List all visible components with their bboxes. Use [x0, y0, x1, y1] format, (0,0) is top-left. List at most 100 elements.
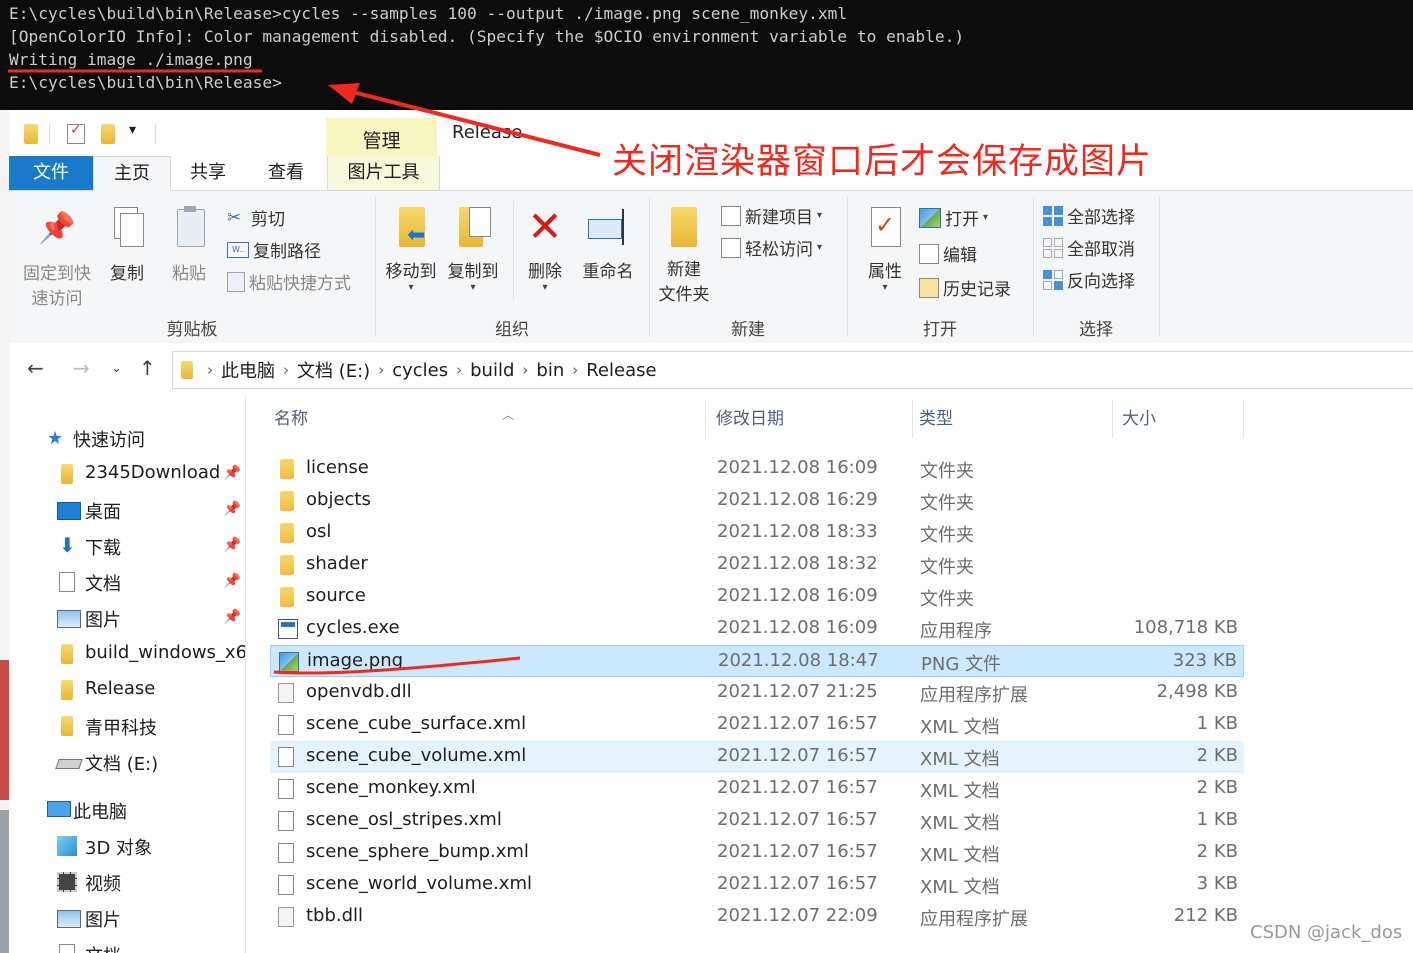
table-row[interactable]: source 2021.12.08 16:09 文件夹	[270, 581, 1244, 613]
pin-icon[interactable]: 📌	[224, 573, 241, 589]
file-name: scene_world_volume.xml	[306, 873, 532, 894]
pin-icon[interactable]: 📌	[224, 537, 241, 553]
table-row[interactable]: scene_cube_volume.xml 2021.12.07 16:57 XML…	[270, 741, 1244, 773]
new-item-button[interactable]: 新建项目 ▾	[721, 203, 822, 228]
invert-selection-icon	[1043, 269, 1063, 290]
context-tab-manage[interactable]: 管理	[326, 118, 437, 156]
toolbar-divider	[155, 124, 156, 144]
column-header-type[interactable]: 类型	[915, 400, 1113, 438]
nav-item-documents-pc[interactable]: 文档	[9, 937, 245, 953]
nav-item-videos[interactable]: 视频	[9, 865, 245, 899]
breadcrumb-release[interactable]: Release	[586, 360, 656, 381]
select-none-button[interactable]: 全部取消	[1043, 235, 1135, 260]
folder-icon	[280, 587, 294, 607]
nav-item-desktop[interactable]: 桌面 📌	[9, 493, 245, 527]
breadcrumb-this-pc[interactable]: 此电脑	[221, 357, 275, 383]
paste-shortcut-button[interactable]: 粘贴快捷方式	[227, 269, 351, 294]
move-to-button[interactable]: ⬅ 移动到 ▾	[381, 205, 441, 293]
table-row[interactable]: image.png 2021.12.08 18:47 PNG 文件 323 KB	[270, 645, 1244, 677]
file-type: 应用程序扩展	[920, 909, 1028, 930]
breadcrumb-bin[interactable]: bin	[536, 360, 564, 381]
copy-button[interactable]: 复制	[103, 205, 151, 284]
table-row[interactable]: openvdb.dll 2021.12.07 21:25 应用程序扩展 2,498 K…	[270, 677, 1244, 709]
table-row[interactable]: license 2021.12.08 16:09 文件夹	[270, 453, 1244, 485]
table-row[interactable]: scene_sphere_bump.xml 2021.12.07 16:57 XML…	[270, 837, 1244, 869]
invert-selection-button[interactable]: 反向选择	[1043, 267, 1135, 292]
customize-toolbar-chevron-icon[interactable]: ▾	[129, 122, 136, 138]
easy-access-button[interactable]: 轻松访问 ▾	[721, 235, 822, 260]
select-all-button[interactable]: 全部选择	[1043, 203, 1135, 228]
table-row[interactable]: scene_cube_surface.xml 2021.12.07 16:57 XM…	[270, 709, 1244, 741]
folder-icon[interactable]	[24, 124, 38, 144]
table-row[interactable]: osl 2021.12.08 18:33 文件夹	[270, 517, 1244, 549]
table-row[interactable]: scene_osl_stripes.xml 2021.12.07 16:57 XML…	[270, 805, 1244, 837]
edit-button[interactable]: 编辑	[919, 241, 977, 266]
breadcrumb-build[interactable]: build	[470, 360, 514, 381]
back-arrow-icon[interactable]: ←	[27, 356, 44, 380]
column-header-label: 名称	[274, 409, 308, 429]
file-name: scene_cube_surface.xml	[306, 713, 527, 734]
pictures-icon	[57, 910, 81, 928]
tab-view[interactable]: 查看	[247, 156, 325, 190]
pin-icon[interactable]: 📌	[224, 609, 241, 625]
computer-icon	[47, 801, 71, 817]
folder-icon	[181, 361, 193, 379]
nav-item-documents[interactable]: 文档 📌	[9, 565, 245, 599]
pin-icon[interactable]: 📌	[224, 501, 241, 517]
nav-item-2345download[interactable]: 2345Download 📌	[9, 457, 245, 491]
pin-to-quick-access-button[interactable]: 📌 固定到快 速访问	[15, 211, 99, 309]
nav-item-qingjia[interactable]: 青甲科技	[9, 709, 245, 743]
rename-button[interactable]: 重命名	[577, 205, 639, 282]
new-folder-button[interactable]: 新建 文件夹	[655, 205, 713, 305]
nav-item-3d-objects[interactable]: 3D 对象	[9, 829, 245, 863]
nav-quick-access[interactable]: ★ 快速访问	[9, 421, 245, 455]
paste-button[interactable]: 粘贴	[165, 205, 213, 284]
table-row[interactable]: objects 2021.12.08 16:29 文件夹	[270, 485, 1244, 517]
file-type: 应用程序	[920, 621, 992, 642]
copy-path-button[interactable]: W.. 复制路径	[227, 237, 321, 262]
open-label: 打开	[945, 210, 979, 230]
file-date: 2021.12.08 18:47	[718, 650, 879, 671]
breadcrumb-cycles[interactable]: cycles	[392, 360, 448, 381]
table-row[interactable]: scene_world_volume.xml 2021.12.07 16:57 XM…	[270, 869, 1244, 901]
tab-picture-tools[interactable]: 图片工具	[327, 156, 440, 190]
nav-item-pictures-pc[interactable]: 图片	[9, 901, 245, 935]
column-header-name[interactable]: 名称 ︿	[270, 400, 706, 438]
table-row[interactable]: cycles.exe 2021.12.08 16:09 应用程序 108,718 KB	[270, 613, 1244, 645]
copy-to-button[interactable]: 复制到 ▾	[443, 205, 503, 293]
nav-item-downloads[interactable]: ⬇ 下载 📌	[9, 529, 245, 563]
column-header-date[interactable]: 修改日期	[712, 400, 913, 438]
breadcrumb[interactable]: › 此电脑 › 文档 (E:) › cycles › build › bin ›…	[172, 351, 1413, 389]
tab-share[interactable]: 共享	[169, 156, 247, 190]
pin-icon[interactable]: 📌	[224, 465, 241, 481]
file-name: scene_osl_stripes.xml	[306, 809, 502, 830]
delete-button[interactable]: ✕ 删除 ▾	[519, 205, 571, 294]
file-type: XML 文档	[920, 717, 1000, 738]
properties-check-icon[interactable]: ✓	[67, 122, 85, 144]
new-folder-icon[interactable]	[101, 124, 115, 144]
background-strip-grey	[0, 810, 9, 953]
tab-file[interactable]: 文件	[9, 156, 93, 190]
nav-item-pictures[interactable]: 图片 📌	[9, 601, 245, 635]
forward-arrow-icon[interactable]: →	[73, 356, 90, 380]
file-size: 323 KB	[1172, 650, 1237, 671]
terminal-window[interactable]: E:\cycles\build\bin\Release>cycles --sam…	[0, 0, 1413, 110]
recent-locations-chevron-icon[interactable]: ⌄	[111, 361, 122, 376]
table-row[interactable]: scene_monkey.xml 2021.12.07 16:57 XML 文档 2 …	[270, 773, 1244, 805]
up-arrow-icon[interactable]: ↑	[139, 356, 156, 380]
tab-home[interactable]: 主页	[93, 156, 171, 192]
column-header-size[interactable]: 大小	[1118, 400, 1244, 438]
properties-button[interactable]: ✓ 属性 ▾	[857, 205, 913, 293]
open-button[interactable]: 打开 ▾	[919, 205, 988, 230]
breadcrumb-drive-e[interactable]: 文档 (E:)	[297, 357, 370, 383]
history-button[interactable]: 历史记录	[919, 275, 1011, 300]
navigation-pane[interactable]: ★ 快速访问 2345Download 📌 桌面 📌 ⬇ 下载 📌 文档 📌 图…	[9, 395, 246, 953]
nav-this-pc[interactable]: 此电脑	[9, 793, 245, 827]
nav-item-release[interactable]: Release	[9, 673, 245, 707]
table-row[interactable]: shader 2021.12.08 18:32 文件夹	[270, 549, 1244, 581]
cut-button[interactable]: ✂ 剪切	[227, 205, 285, 231]
nav-item-drive-e[interactable]: 文档 (E:)	[9, 745, 245, 779]
file-list[interactable]: 名称 ︿ 修改日期 类型 大小 license 2021.12.08 16:09 文…	[246, 395, 1413, 953]
table-row[interactable]: tbb.dll 2021.12.07 22:09 应用程序扩展 212 KB	[270, 901, 1244, 933]
nav-item-build-windows[interactable]: build_windows_x6	[9, 637, 245, 671]
